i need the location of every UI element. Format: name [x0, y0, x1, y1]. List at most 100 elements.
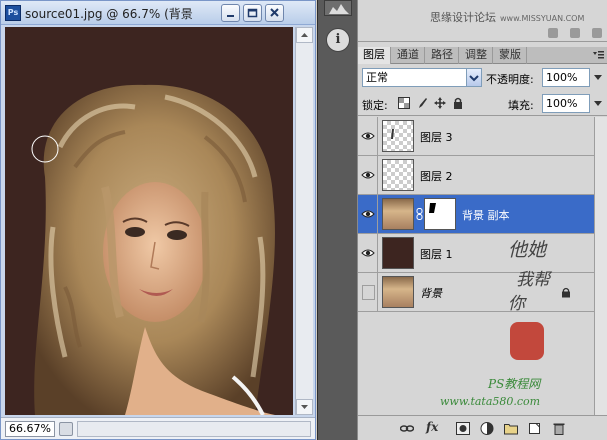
- portrait-photo: [5, 27, 293, 415]
- no-entry-icon[interactable]: [548, 28, 558, 38]
- layer-mask-thumbnail[interactable]: [424, 198, 456, 230]
- histogram-icon: [329, 4, 349, 14]
- eye-icon: [361, 171, 375, 179]
- lock-position-move-icon[interactable]: [434, 97, 446, 109]
- layer-name[interactable]: 图层 1: [420, 246, 453, 262]
- arrow-down-icon: [301, 405, 308, 409]
- mask-shape-thumb: [429, 203, 436, 213]
- layers-scrollbar[interactable]: [594, 117, 607, 415]
- layer-thumbnail[interactable]: [382, 276, 414, 308]
- lock-row: 锁定: 填充: 100%: [358, 92, 607, 116]
- layer-thumbnail[interactable]: [382, 120, 414, 152]
- minimize-button[interactable]: [221, 4, 240, 22]
- trash-icon[interactable]: [592, 28, 602, 38]
- tab-masks[interactable]: 蒙版: [494, 47, 527, 64]
- opacity-slider-arrow-icon[interactable]: [592, 70, 604, 84]
- fill-slider-arrow-icon[interactable]: [592, 96, 604, 110]
- layer-name[interactable]: 背景 副本: [462, 207, 510, 223]
- calligraphy-text: 他她: [508, 239, 547, 261]
- panel-dock-strip: i: [317, 0, 357, 440]
- new-layer-icon[interactable]: [528, 422, 542, 435]
- document-statusbar: 66.67%: [1, 417, 315, 439]
- lock-label: 锁定:: [362, 99, 388, 112]
- blend-mode-value: 正常: [366, 71, 388, 84]
- tab-paths[interactable]: 路径: [426, 47, 459, 64]
- chain-link-icon[interactable]: [416, 208, 423, 220]
- adjustment-layer-icon[interactable]: [480, 422, 494, 435]
- scroll-up-button[interactable]: [296, 27, 313, 43]
- vertical-scrollbar[interactable]: [295, 27, 313, 415]
- photoshop-workspace: Ps source01.jpg @ 66.7% (背景 66.67% i 思缘设…: [0, 0, 607, 440]
- eye-icon: [361, 249, 375, 257]
- document-titlebar[interactable]: Ps source01.jpg @ 66.7% (背景: [1, 1, 315, 25]
- layers-panel-container: 思缘设计论坛 www.MISSYUAN.COM 图层 通道 路径 调整 蒙版 正常…: [357, 0, 607, 440]
- layers-bottom-toolbar: fx: [358, 415, 607, 440]
- visibility-toggle[interactable]: [358, 195, 378, 233]
- panel-menu-icon[interactable]: [592, 50, 604, 60]
- fill-input[interactable]: 100%: [542, 94, 590, 113]
- layer-name[interactable]: 图层 3: [420, 129, 453, 145]
- panel-tabs: 图层 通道 路径 调整 蒙版: [358, 47, 607, 64]
- layer-row-layer-2[interactable]: 图层 2: [358, 156, 594, 195]
- layer-name[interactable]: 背景: [420, 285, 442, 301]
- layer-thumbnail[interactable]: [382, 237, 414, 269]
- lock-transparency-icon[interactable]: [398, 97, 410, 109]
- layer-thumbnail[interactable]: [382, 159, 414, 191]
- calligraphy-text: 你: [508, 294, 525, 314]
- layer-thumbnail[interactable]: [382, 198, 414, 230]
- photoshop-app-icon: Ps: [5, 5, 21, 21]
- watermark-label: 思缘设计论坛: [430, 11, 496, 24]
- zoom-level-field[interactable]: 66.67%: [5, 421, 55, 437]
- blend-mode-select[interactable]: 正常: [362, 68, 482, 87]
- eye-icon: [361, 132, 375, 140]
- link-layers-icon[interactable]: [400, 422, 414, 435]
- tab-channels[interactable]: 通道: [392, 47, 425, 64]
- fill-label: 填充:: [508, 99, 534, 112]
- visibility-toggle[interactable]: [358, 273, 378, 311]
- calligraphy-text: 我帮: [516, 270, 550, 290]
- blend-row: 正常 不透明度: 100%: [358, 66, 607, 90]
- close-button[interactable]: [265, 4, 284, 22]
- upper-panel: 思缘设计论坛 www.MISSYUAN.COM: [358, 0, 607, 42]
- image-canvas[interactable]: [5, 27, 293, 415]
- credit-url: www.tata580.com: [440, 395, 541, 408]
- watermark-text: 思缘设计论坛 www.MISSYUAN.COM: [430, 9, 584, 25]
- layer-name[interactable]: 图层 2: [420, 168, 453, 184]
- visibility-toggle[interactable]: [358, 156, 378, 194]
- visibility-toggle[interactable]: [358, 117, 378, 155]
- layers-list: 图层 3 图层 2 背景 副本 图层 1 背景 他她 我帮 你 PS教程网 ww…: [358, 117, 594, 415]
- lock-all-padlock-icon[interactable]: [452, 97, 464, 109]
- opacity-input[interactable]: 100%: [542, 68, 590, 87]
- lock-pixels-brush-icon[interactable]: [416, 97, 428, 109]
- info-panel-button[interactable]: i: [326, 28, 350, 52]
- info-icon: i: [335, 32, 341, 47]
- blend-mode-dropdown[interactable]: [466, 69, 481, 86]
- new-group-folder-icon[interactable]: [504, 422, 518, 435]
- layer-row-layer-1[interactable]: 图层 1: [358, 234, 594, 273]
- red-seal-stamp: [510, 322, 544, 360]
- maximize-button[interactable]: [243, 4, 262, 22]
- maximize-icon: [247, 8, 258, 18]
- tab-layers[interactable]: 图层: [358, 47, 391, 64]
- scroll-down-button[interactable]: [296, 399, 313, 415]
- padlock-icon: [562, 287, 570, 298]
- new-item-icon[interactable]: [570, 28, 580, 38]
- document-title: source01.jpg @ 66.7% (背景: [25, 7, 193, 21]
- add-mask-icon[interactable]: [456, 422, 470, 435]
- credit-text: PS教程网: [488, 377, 541, 391]
- status-menu-icon[interactable]: [59, 422, 73, 436]
- tab-adjustments[interactable]: 调整: [460, 47, 493, 64]
- horizontal-scrollbar[interactable]: [77, 421, 311, 437]
- histogram-panel-button[interactable]: [324, 0, 352, 16]
- layer-row-background[interactable]: 背景: [358, 273, 594, 312]
- layer-row-background-copy[interactable]: 背景 副本: [358, 195, 594, 234]
- layer-row-layer-3[interactable]: 图层 3: [358, 117, 594, 156]
- chevron-down-icon: [469, 75, 479, 82]
- visibility-toggle[interactable]: [358, 234, 378, 272]
- eye-icon: [361, 210, 375, 218]
- layer-style-fx-icon[interactable]: fx: [426, 420, 438, 434]
- arrow-up-icon: [301, 33, 308, 37]
- opacity-label: 不透明度:: [486, 73, 534, 86]
- trash-icon[interactable]: [552, 422, 566, 435]
- upper-panel-icons: [536, 28, 602, 41]
